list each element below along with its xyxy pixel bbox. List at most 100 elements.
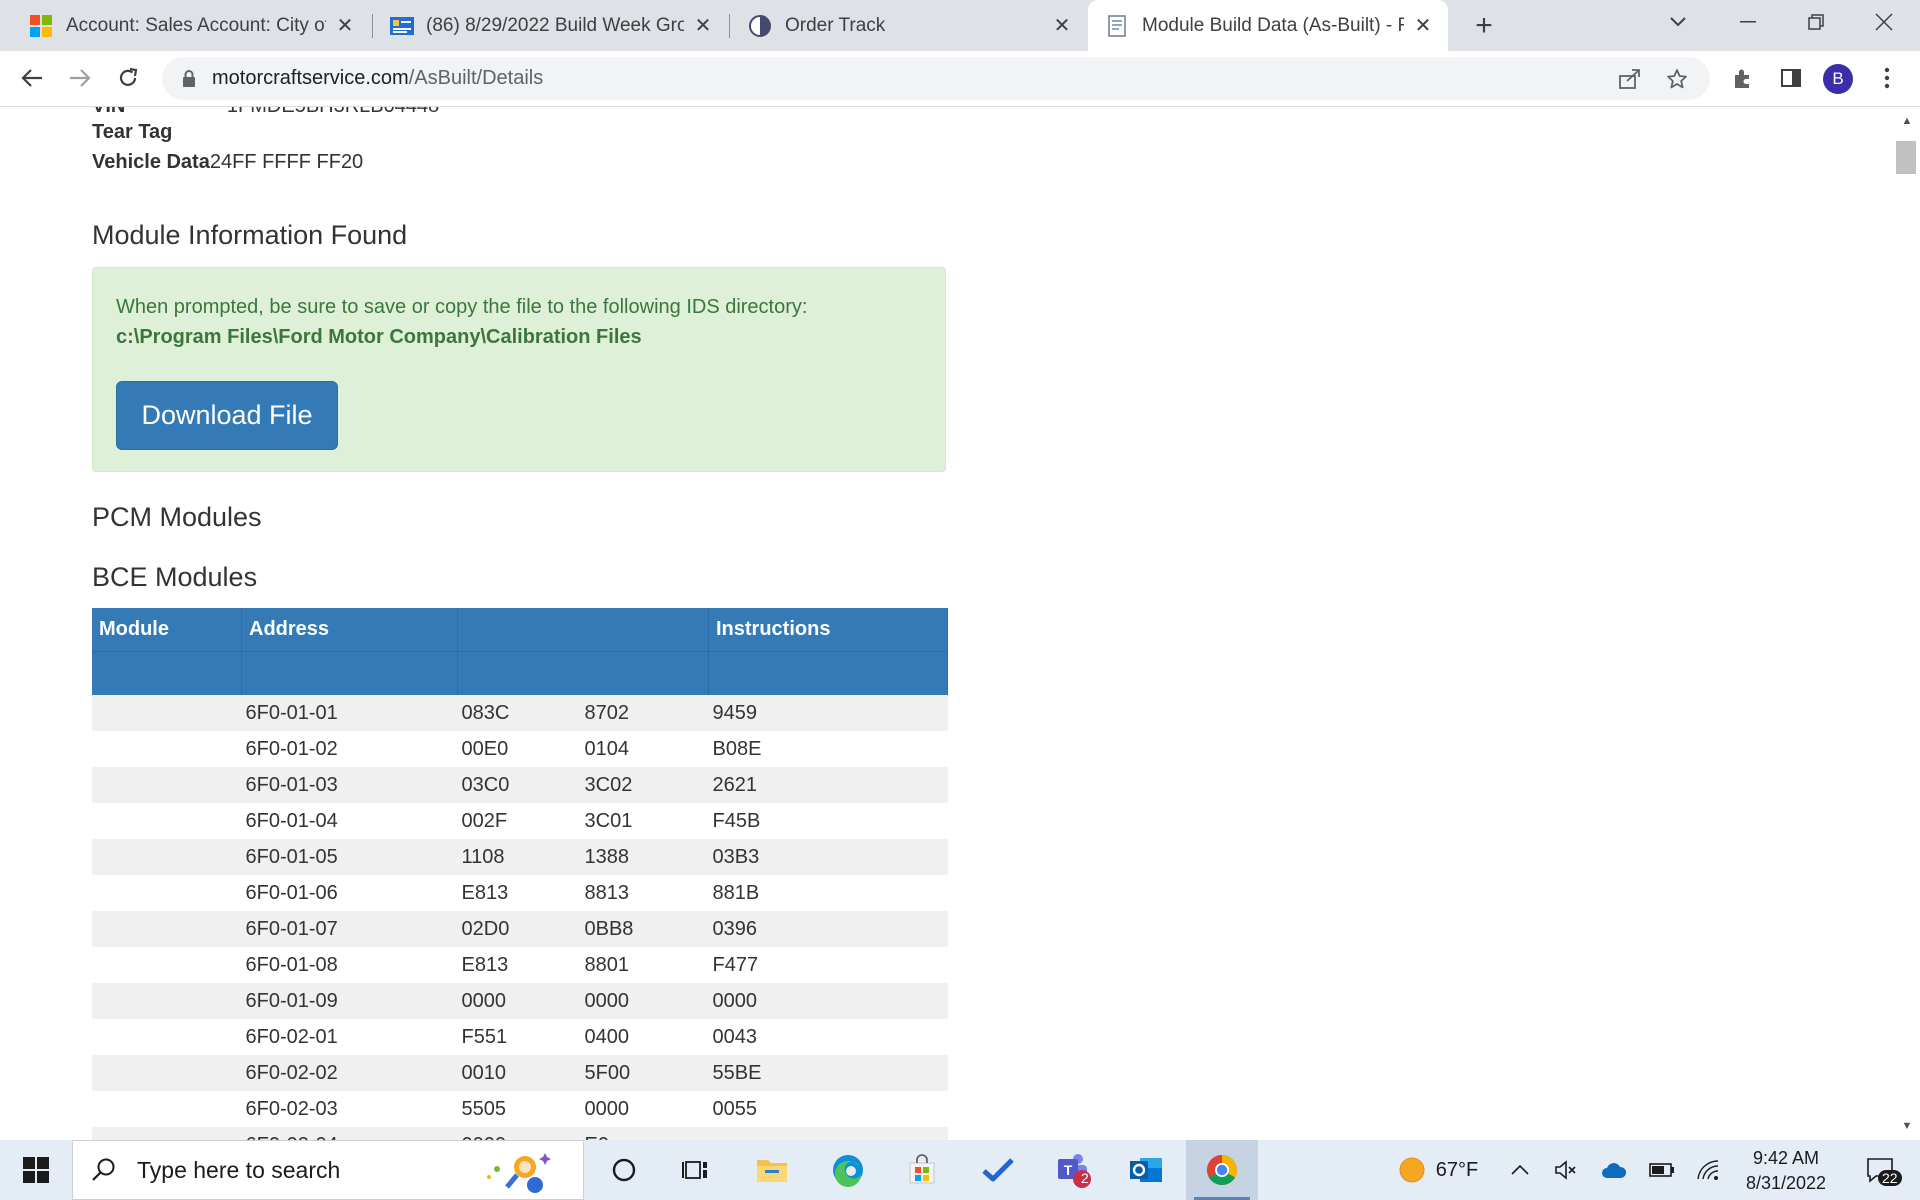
kebab-menu-icon[interactable] <box>1868 59 1906 97</box>
group-icon <box>390 15 414 37</box>
value-1-cell: 002F <box>461 809 508 832</box>
windows-logo-icon <box>23 1157 49 1183</box>
values-cell: F551 0400 <box>457 1019 709 1055</box>
close-icon[interactable]: ✕ <box>334 15 356 37</box>
address-cell: 6F0-01-05 <box>241 839 458 875</box>
module-cell <box>92 983 242 1019</box>
table-subheader-row <box>92 651 948 695</box>
extensions-icon[interactable] <box>1724 59 1762 97</box>
star-icon[interactable] <box>1659 61 1695 97</box>
weather-widget[interactable]: 67°F <box>1388 1140 1488 1200</box>
value-1-cell: 0000 <box>461 989 507 1012</box>
ids-directory-alert: When prompted, be sure to save or copy t… <box>92 267 946 472</box>
alert-message: When prompted, be sure to save or copy t… <box>116 292 807 352</box>
volume-muted-icon[interactable] <box>1546 1140 1586 1200</box>
taskbar-clock[interactable]: 9:42 AM 8/31/2022 <box>1726 1146 1846 1196</box>
values-cell: 0010 5F00 <box>457 1055 709 1091</box>
minimize-icon[interactable] <box>1714 0 1782 44</box>
weather-temp: 67°F <box>1435 1158 1479 1181</box>
tab-separator <box>372 14 373 38</box>
subheader-cell <box>457 651 709 695</box>
scroll-up-arrow-icon[interactable]: ▲ <box>1894 111 1920 131</box>
battery-icon[interactable] <box>1642 1140 1682 1200</box>
module-cell <box>92 1091 242 1127</box>
value-2-cell: 0BB8 <box>584 917 634 940</box>
module-cell <box>92 947 242 983</box>
search-placeholder: Type here to search <box>137 1156 341 1183</box>
microsoft-store-icon[interactable] <box>886 1140 958 1200</box>
value-3-cell: B08E <box>708 731 948 767</box>
value-1-cell: 02D0 <box>461 917 510 940</box>
page-viewport: VIN 1FMDE5BH3RLB04448 Tear Tag Vehicle D… <box>0 107 1894 1140</box>
value-2-cell: 0104 <box>584 737 630 760</box>
table-row: 6F0-02-02 0010 5F00 55BE <box>92 1055 948 1091</box>
close-icon[interactable]: ✕ <box>1051 15 1073 37</box>
subheader-cell <box>241 651 458 695</box>
table-row: 6F0-01-04 002F 3C01 F45B <box>92 803 948 839</box>
table-row: 6F0-01-02 00E0 0104 B08E <box>92 731 948 767</box>
teams-icon[interactable]: T 2 <box>1036 1140 1108 1200</box>
alert-text: When prompted, be sure to save or copy t… <box>116 296 808 318</box>
address-bar[interactable]: motorcraftservice.com/AsBuilt/Details <box>162 57 1710 100</box>
taskbar-search-box[interactable]: Type here to search <box>72 1140 584 1200</box>
value-3-cell: 2621 <box>708 767 948 803</box>
outlook-icon[interactable] <box>1110 1140 1182 1200</box>
address-cell: 6F0-02-04 <box>241 1127 458 1140</box>
onedrive-cloud-icon[interactable] <box>1594 1140 1634 1200</box>
table-row: 6F0-01-05 1108 1388 03B3 <box>92 839 948 875</box>
module-cell <box>92 875 242 911</box>
tab-order-track[interactable]: Order Track ✕ <box>731 0 1087 51</box>
cortana-icon[interactable] <box>588 1140 660 1200</box>
tab-module-build-data[interactable]: Module Build Data (As-Built) - Fo ✕ <box>1088 0 1448 51</box>
close-icon[interactable]: ✕ <box>692 15 714 37</box>
value-1-cell: 00E0 <box>461 737 509 760</box>
show-hidden-icons-chevron-icon[interactable] <box>1502 1140 1538 1200</box>
start-button[interactable] <box>0 1140 72 1200</box>
value-2-cell: 8702 <box>584 701 630 724</box>
download-file-button[interactable]: Download File <box>116 381 338 450</box>
back-arrow-icon[interactable] <box>13 59 51 97</box>
address-cell: 6F0-01-06 <box>241 875 458 911</box>
reload-icon[interactable] <box>109 59 147 97</box>
pcm-modules-heading: PCM Modules <box>92 502 262 532</box>
file-explorer-icon[interactable] <box>736 1140 808 1200</box>
value-3-cell: 0000 <box>708 983 948 1019</box>
window-close-icon[interactable] <box>1850 0 1918 44</box>
scrollbar-thumb[interactable] <box>1896 141 1916 174</box>
table-row: 6F0-01-09 0000 0000 0000 <box>92 983 948 1019</box>
wifi-icon[interactable] <box>1690 1140 1726 1200</box>
vehicle-data-row: Vehicle Data24FF FFFF FF20 <box>92 147 363 177</box>
module-cell <box>92 911 242 947</box>
values-cell: 03C0 3C02 <box>457 767 709 803</box>
notification-center-icon[interactable]: 22 <box>1856 1140 1904 1200</box>
address-cell: 6F0-01-01 <box>241 695 458 731</box>
value-2-cell: 1388 <box>584 845 630 868</box>
value-3-cell: 0396 <box>708 911 948 947</box>
url-text: motorcraftservice.com/AsBuilt/Details <box>212 67 543 90</box>
subheader-cell <box>92 651 242 695</box>
forward-arrow-icon[interactable] <box>61 59 99 97</box>
vertical-scrollbar[interactable]: ▲ ▼ <box>1894 107 1920 1140</box>
lock-icon[interactable] <box>182 69 196 88</box>
task-view-icon[interactable] <box>660 1140 732 1200</box>
restore-icon[interactable] <box>1782 0 1850 44</box>
document-icon <box>1106 14 1128 37</box>
profile-avatar[interactable]: B <box>1823 64 1853 94</box>
todo-check-icon[interactable] <box>962 1140 1034 1200</box>
side-panel-icon[interactable] <box>1772 59 1810 97</box>
edge-icon[interactable] <box>812 1140 884 1200</box>
address-cell: 6F0-02-03 <box>241 1091 458 1127</box>
tab-sales-account[interactable]: Account: Sales Account: City of M ✕ <box>0 0 370 51</box>
vehicle-data-label: Vehicle Data <box>92 151 210 173</box>
tab-search-icon[interactable] <box>1644 0 1712 44</box>
vin-value: 1FMDE5BH3RLB04448 <box>227 107 439 117</box>
new-tab-button[interactable]: + <box>1466 8 1502 44</box>
value-1-cell: F551 <box>461 1025 508 1048</box>
address-cell: 6F0-01-09 <box>241 983 458 1019</box>
chrome-icon[interactable] <box>1186 1140 1258 1200</box>
share-icon[interactable] <box>1612 61 1648 97</box>
value-3-cell: 03B3 <box>708 839 948 875</box>
scroll-down-arrow-icon[interactable]: ▼ <box>1894 1116 1920 1136</box>
tab-build-week-group[interactable]: (86) 8/29/2022 Build Week Group ✕ <box>374 0 728 51</box>
close-icon[interactable]: ✕ <box>1412 15 1434 37</box>
